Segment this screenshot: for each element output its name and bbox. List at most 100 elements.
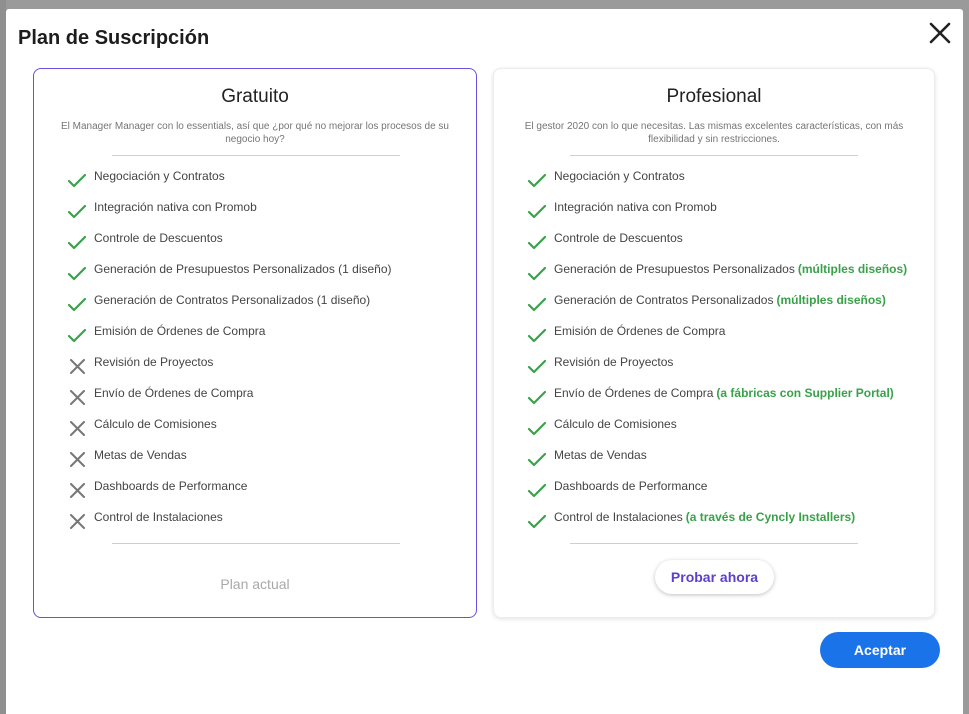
feature-item: Emisión de Órdenes de Compra <box>67 321 466 352</box>
plan-description: El gestor 2020 con lo que necesitas. Las… <box>524 121 904 145</box>
plan-card-pro[interactable]: Profesional El gestor 2020 con lo que ne… <box>493 68 935 618</box>
feature-label: Revisión de Proyectos <box>94 355 213 369</box>
feature-label: Emisión de Órdenes de Compra <box>94 324 265 338</box>
check-icon <box>527 173 547 189</box>
cross-icon <box>67 359 87 375</box>
feature-label: Generación de Presupuestos Personalizado… <box>94 262 392 276</box>
divider <box>112 155 400 156</box>
feature-label: Generación de Contratos Personalizados (… <box>94 293 370 307</box>
check-icon <box>527 359 547 375</box>
feature-item: Negociación y Contratos <box>67 166 466 197</box>
current-plan-label: Plan actual <box>220 576 290 592</box>
check-icon <box>67 266 87 282</box>
check-icon <box>527 421 547 437</box>
close-icon <box>929 22 951 44</box>
plan-description: El Manager Manager con lo essentials, as… <box>61 121 449 145</box>
feature-label: Metas de Vendas <box>94 448 187 462</box>
try-now-button[interactable]: Probar ahora <box>655 560 774 594</box>
check-icon <box>67 204 87 220</box>
feature-label: Cálculo de Comisiones <box>94 417 217 431</box>
feature-item: Generación de Presupuestos Personalizado… <box>67 259 466 290</box>
feature-item: Metas de Vendas <box>527 445 924 476</box>
feature-item: Dashboards de Performance <box>527 476 924 507</box>
feature-list: Negociación y Contratos Integración nativ… <box>527 166 924 538</box>
feature-text: Controle de Descuentos <box>94 231 223 245</box>
check-icon <box>527 266 547 282</box>
feature-text: Envío de Órdenes de Compra <box>94 386 254 400</box>
feature-label: Negociación y Contratos <box>94 169 225 183</box>
cross-icon <box>67 452 87 468</box>
feature-text: Control de Instalaciones <box>94 510 223 524</box>
feature-label: Emisión de Órdenes de Compra <box>554 324 725 338</box>
check-icon <box>67 328 87 344</box>
feature-label: Integración nativa con Promob <box>554 200 717 214</box>
feature-text: Cálculo de Comisiones <box>554 417 677 431</box>
feature-label: Dashboards de Performance <box>94 479 247 493</box>
feature-text: Integración nativa con Promob <box>94 200 257 214</box>
close-button[interactable] <box>927 20 953 46</box>
check-icon <box>527 390 547 406</box>
feature-text: Emisión de Órdenes de Compra <box>94 324 266 338</box>
plan-card-free[interactable]: Gratuito El Manager Manager con lo essen… <box>33 68 477 618</box>
feature-label: Integración nativa con Promob <box>94 200 257 214</box>
feature-item: Controle de Descuentos <box>527 228 924 259</box>
feature-label: Control de Instalaciones <box>94 510 223 524</box>
feature-text: Generación de Contratos Personalizados <box>554 293 774 307</box>
feature-item: Negociación y Contratos <box>527 166 924 197</box>
cross-icon <box>67 514 87 530</box>
feature-list: Negociación y Contratos Integración nativ… <box>67 166 466 538</box>
feature-text: Controle de Descuentos <box>554 231 683 245</box>
accept-button[interactable]: Aceptar <box>820 632 940 668</box>
check-icon <box>527 514 547 530</box>
plan-title: Gratuito <box>221 86 289 107</box>
feature-item: Generación de Contratos Personalizados (… <box>67 290 466 321</box>
feature-label: Dashboards de Performance <box>554 479 707 493</box>
feature-label: Envío de Órdenes de Compra <box>94 386 253 400</box>
divider <box>112 543 400 544</box>
check-icon <box>527 328 547 344</box>
feature-text: Revisión de Proyectos <box>554 355 674 369</box>
feature-item: Revisión de Proyectos <box>527 352 924 383</box>
feature-text: Metas de Vendas <box>94 448 187 462</box>
check-icon <box>527 297 547 313</box>
feature-text: Negociación y Contratos <box>94 169 225 183</box>
feature-item: Integración nativa con Promob <box>527 197 924 228</box>
feature-extra: (múltiples diseños) <box>776 293 886 307</box>
modal-title: Plan de Suscripción <box>18 27 210 49</box>
feature-item: Envío de Órdenes de Compra (a fábricas co… <box>527 383 924 414</box>
feature-label: Negociación y Contratos <box>554 169 685 183</box>
feature-text: Cálculo de Comisiones <box>94 417 217 431</box>
feature-label: Envío de Órdenes de Compra (a fábricas co… <box>554 386 894 400</box>
cross-icon <box>67 483 87 499</box>
feature-item: Generación de Presupuestos Personalizado… <box>527 259 924 290</box>
feature-extra: (múltiples diseños) <box>797 262 908 276</box>
feature-label: Control de Instalaciones (a través de Cyn… <box>554 510 855 524</box>
feature-item: Revisión de Proyectos <box>67 352 466 383</box>
feature-text: Generación de Presupuestos Personalizado… <box>94 262 392 276</box>
feature-label: Cálculo de Comisiones <box>554 417 677 431</box>
feature-item: Control de Instalaciones (a través de Cyn… <box>527 507 924 538</box>
feature-label: Controle de Descuentos <box>554 231 683 245</box>
plan-title: Profesional <box>666 86 762 107</box>
feature-item: Metas de Vendas <box>67 445 466 476</box>
feature-text: Generación de Contratos Personalizados (… <box>94 293 371 307</box>
feature-extra: (a fábricas con Supplier Portal) <box>716 386 894 400</box>
feature-label: Generación de Presupuestos Personalizado… <box>554 262 907 276</box>
check-icon <box>67 173 87 189</box>
feature-item: Generación de Contratos Personalizados (m… <box>527 290 924 321</box>
check-icon <box>527 204 547 220</box>
feature-text: Integración nativa con Promob <box>554 200 717 214</box>
feature-label: Revisión de Proyectos <box>554 355 673 369</box>
feature-item: Emisión de Órdenes de Compra <box>527 321 924 352</box>
subscription-modal: Plan de Suscripción Gratuito El Manager … <box>6 9 963 714</box>
feature-label: Metas de Vendas <box>554 448 647 462</box>
cross-icon <box>67 421 87 437</box>
cross-icon <box>67 390 87 406</box>
feature-item: Cálculo de Comisiones <box>67 414 466 445</box>
check-icon <box>67 297 87 313</box>
check-icon <box>527 452 547 468</box>
feature-text: Envío de Órdenes de Compra <box>554 386 714 400</box>
feature-text: Emisión de Órdenes de Compra <box>554 324 726 338</box>
feature-label: Controle de Descuentos <box>94 231 223 245</box>
feature-text: Metas de Vendas <box>554 448 647 462</box>
